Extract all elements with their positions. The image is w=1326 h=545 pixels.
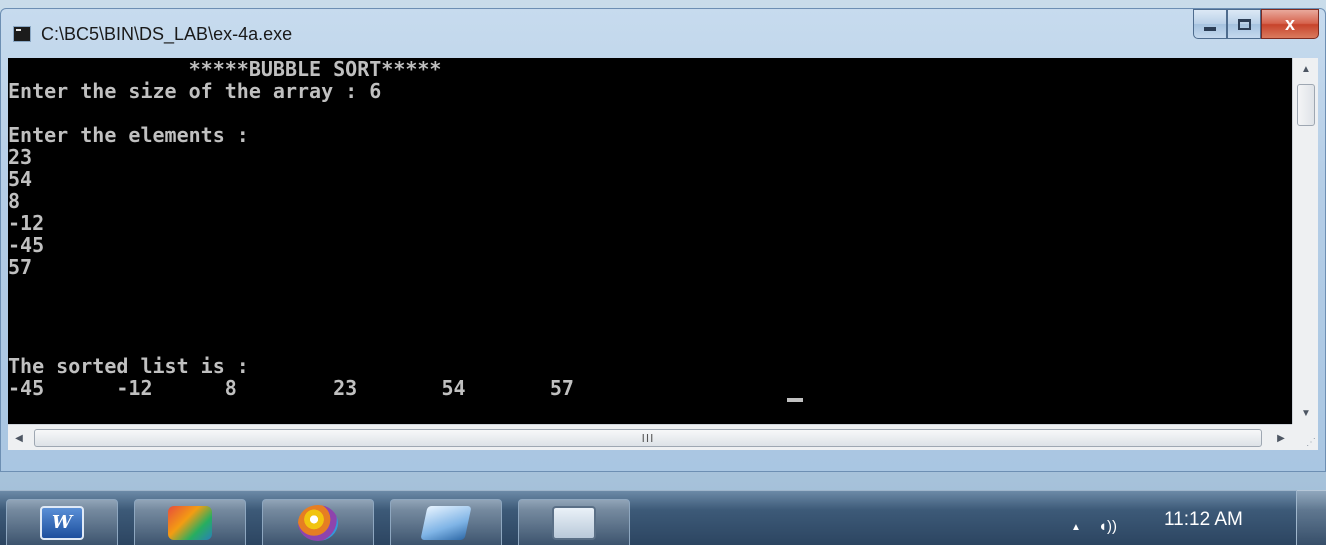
console-line-element: -45 [8, 233, 45, 257]
scroll-grip-icon: III [641, 431, 655, 445]
maximize-button[interactable] [1227, 9, 1261, 39]
console-line-element: 57 [8, 255, 33, 279]
taskbar-button-paint[interactable] [262, 499, 374, 545]
game-icon [168, 505, 212, 540]
taskbar-button-word[interactable]: W [6, 499, 118, 545]
vertical-scroll-thumb[interactable] [1297, 84, 1315, 126]
close-icon: x [1284, 13, 1295, 34]
show-hidden-icons-arrow-icon[interactable]: ▲ [1071, 522, 1081, 533]
minimize-icon [1204, 27, 1216, 31]
console-line-sorted-heading: The sorted list is : [8, 354, 249, 378]
horizontal-scrollbar[interactable]: ◀ III ▶ [8, 424, 1292, 450]
scroll-down-arrow-icon[interactable]: ▼ [1293, 402, 1319, 424]
horizontal-scroll-thumb[interactable]: III [34, 429, 1262, 447]
minimize-button[interactable] [1193, 9, 1227, 39]
taskbar-button-game[interactable] [134, 499, 246, 545]
console-line-elements-prompt: Enter the elements : [8, 123, 249, 147]
resize-grip-icon[interactable]: ⋰ [1292, 424, 1318, 450]
console-line-size-prompt: Enter the size of the array : 6 [8, 79, 382, 103]
taskbar-button-notepad[interactable] [390, 499, 502, 545]
word-icon: W [40, 505, 84, 540]
console-line-element: 23 [8, 145, 33, 169]
show-desktop-button[interactable] [1296, 490, 1326, 545]
close-button[interactable]: x [1261, 9, 1319, 39]
paint-palette-icon [298, 504, 338, 541]
taskbar-button-console[interactable] [518, 499, 630, 545]
console-line-element: 54 [8, 167, 33, 191]
volume-speaker-icon[interactable]: ◖)) [1098, 518, 1117, 535]
text-cursor [787, 398, 803, 402]
console-output[interactable]: *****BUBBLE SORT***** Enter the size of … [8, 58, 1292, 424]
window-title: C:\BC5\BIN\DS_LAB\ex-4a.exe [41, 24, 293, 44]
taskbar: W [0, 490, 1326, 545]
scroll-right-arrow-icon[interactable]: ▶ [1270, 425, 1292, 451]
maximize-icon [1237, 18, 1251, 30]
vertical-scrollbar[interactable]: ▲ ▼ [1292, 58, 1318, 424]
console-app-icon[interactable] [13, 26, 31, 42]
taskbar-clock[interactable]: 11:12 AM [1164, 509, 1243, 531]
console-line-sorted-values: -45 -12 8 23 54 57 [8, 376, 574, 400]
console-line-element: 8 [8, 189, 21, 213]
title-bar[interactable]: C:\BC5\BIN\DS_LAB\ex-4a.exe x [1, 9, 1325, 65]
console-line-title: *****BUBBLE SORT***** [8, 58, 442, 81]
console-line-element: -12 [8, 211, 45, 235]
console-icon [552, 505, 596, 540]
notepad-icon [420, 505, 472, 540]
scroll-left-arrow-icon[interactable]: ◀ [8, 425, 30, 451]
word-icon-letter: W [51, 512, 73, 533]
scroll-up-arrow-icon[interactable]: ▲ [1293, 58, 1319, 80]
caption-buttons: x [1193, 9, 1319, 43]
